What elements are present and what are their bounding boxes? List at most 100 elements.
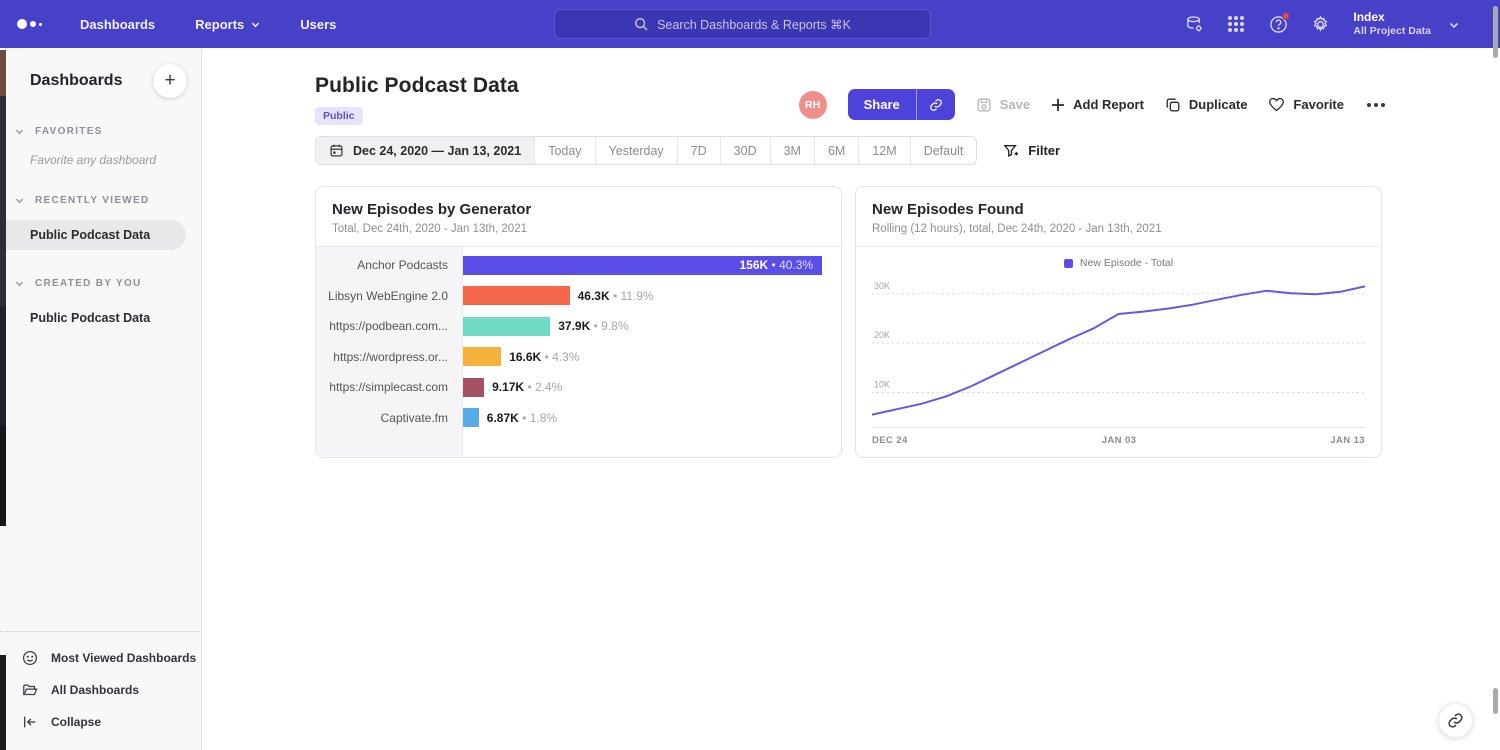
- copy-link-button[interactable]: [916, 89, 955, 120]
- bar-segment[interactable]: 156K • 40.3%: [463, 256, 822, 275]
- search-placeholder: Search Dashboards & Reports ⌘K: [657, 17, 851, 32]
- background-window-sliver: [0, 306, 6, 426]
- legend-label: New Episode - Total: [1080, 257, 1173, 269]
- nav-item-reports[interactable]: Reports: [175, 0, 280, 48]
- apps-grid-icon[interactable]: [1219, 7, 1253, 41]
- date-preset-6m[interactable]: 6M: [814, 137, 858, 164]
- chevron-down-icon: [15, 196, 24, 205]
- project-subtitle: All Project Data: [1353, 25, 1431, 38]
- nav-item-dashboards[interactable]: Dashboards: [60, 0, 175, 48]
- page-title: Public Podcast Data: [315, 74, 519, 98]
- sidebar-footer: Most Viewed Dashboards All Dashboards Co…: [0, 631, 200, 750]
- floating-link-button[interactable]: [1438, 703, 1473, 738]
- y-tick-label: 30K: [874, 281, 890, 291]
- sidebar-item-public-podcast-data[interactable]: Public Podcast Data: [0, 303, 186, 333]
- bar-category-label: https://simplecast.com: [316, 372, 462, 403]
- filter-button[interactable]: Filter: [1003, 143, 1060, 159]
- favorites-empty-note: Favorite any dashboard: [0, 137, 201, 167]
- date-preset-7d[interactable]: 7D: [677, 137, 720, 164]
- bar-category-label: Anchor Podcasts: [316, 250, 462, 281]
- filter-label: Filter: [1028, 143, 1060, 158]
- background-window-sliver: [0, 655, 6, 750]
- date-preset-yesterday[interactable]: Yesterday: [595, 137, 677, 164]
- more-options-button[interactable]: [1365, 99, 1387, 111]
- action-label: Duplicate: [1189, 97, 1248, 112]
- card-title[interactable]: New Episodes by Generator: [332, 201, 825, 218]
- project-selector[interactable]: Index All Project Data: [1353, 10, 1431, 38]
- background-window-sliver: [0, 96, 6, 306]
- line-series: [872, 286, 1365, 414]
- date-preset-today[interactable]: Today: [534, 137, 594, 164]
- card-subtitle: Rolling (12 hours), total, Dec 24th, 202…: [872, 223, 1365, 235]
- background-window-sliver: [0, 50, 6, 96]
- x-axis-labels: DEC 24 JAN 03 JAN 13: [872, 427, 1365, 446]
- chart-legend[interactable]: New Episode - Total: [872, 253, 1365, 275]
- date-range-button[interactable]: Dec 24, 2020 — Jan 13, 2021: [316, 137, 534, 164]
- date-preset-12m[interactable]: 12M: [858, 137, 909, 164]
- share-button[interactable]: Share: [848, 89, 916, 120]
- folder-icon: [22, 682, 38, 698]
- bar-value-label: 156K • 40.3%: [739, 258, 813, 272]
- duplicate-button[interactable]: Duplicate: [1165, 97, 1248, 113]
- bar-segment[interactable]: [463, 408, 479, 427]
- duplicate-icon: [1165, 97, 1181, 113]
- action-label: Favorite: [1293, 97, 1344, 112]
- avatar[interactable]: RH: [799, 91, 827, 119]
- bar-segment[interactable]: [463, 347, 501, 366]
- chevron-down-icon: [15, 127, 24, 136]
- search-input[interactable]: Search Dashboards & Reports ⌘K: [554, 9, 931, 39]
- sidebar-section-created-by-you[interactable]: CREATED BY YOU: [0, 278, 201, 289]
- settings-gear-icon[interactable]: [1303, 7, 1337, 41]
- footer-item-label: Most Viewed Dashboards: [51, 651, 196, 665]
- add-report-button[interactable]: Add Report: [1051, 97, 1144, 112]
- action-label: Save: [1000, 97, 1030, 112]
- sidebar-section-favorites[interactable]: FAVORITES: [0, 126, 201, 137]
- save-button[interactable]: Save: [976, 97, 1030, 113]
- sidebar-item-public-podcast-data[interactable]: Public Podcast Data: [0, 220, 186, 250]
- plus-icon: [1051, 98, 1065, 112]
- data-sources-icon[interactable]: [1177, 7, 1211, 41]
- card-subtitle: Total, Dec 24th, 2020 - Jan 13th, 2021: [332, 223, 825, 235]
- bar-segment[interactable]: [463, 378, 484, 397]
- collapse-sidebar-item[interactable]: Collapse: [0, 706, 200, 738]
- sidebar-section-recently-viewed[interactable]: RECENTLY VIEWED: [0, 195, 201, 206]
- bar-row: 46.3K • 11.9%: [463, 281, 841, 312]
- date-range-segmented-control: Dec 24, 2020 — Jan 13, 2021 TodayYesterd…: [315, 136, 977, 165]
- bar-row: 156K • 40.3%: [463, 250, 841, 281]
- section-label: CREATED BY YOU: [35, 278, 142, 289]
- card-title[interactable]: New Episodes Found: [872, 201, 1365, 218]
- date-preset-3m[interactable]: 3M: [770, 137, 814, 164]
- bar-segment[interactable]: [463, 317, 550, 336]
- smiley-icon: [22, 650, 38, 666]
- chevron-down-icon[interactable]: [1449, 20, 1458, 29]
- nav-item-users[interactable]: Users: [280, 0, 356, 48]
- mixpanel-logo-icon[interactable]: [0, 19, 60, 29]
- line-chart[interactable]: 10K20K30K: [872, 275, 1365, 427]
- bar-segment[interactable]: [463, 286, 570, 305]
- bar-value-label: 6.87K • 1.8%: [487, 411, 557, 425]
- vertical-scrollbar-thumb[interactable]: [1493, 688, 1498, 714]
- project-name: Index: [1353, 10, 1431, 25]
- most-viewed-dashboards-item[interactable]: Most Viewed Dashboards: [0, 642, 200, 674]
- bar-row: 6.87K • 1.8%: [463, 403, 841, 434]
- sidebar-title: Dashboards: [30, 72, 122, 90]
- sidebar-item-label: Public Podcast Data: [30, 228, 150, 242]
- date-preset-default[interactable]: Default: [910, 137, 977, 164]
- date-range-label: Dec 24, 2020 — Jan 13, 2021: [353, 144, 521, 158]
- calendar-icon: [329, 143, 344, 158]
- section-label: FAVORITES: [35, 126, 103, 137]
- bar-category-label: Libsyn WebEngine 2.0: [316, 281, 462, 312]
- y-tick-label: 10K: [874, 379, 890, 389]
- help-icon[interactable]: [1261, 7, 1295, 41]
- date-controls: Dec 24, 2020 — Jan 13, 2021 TodayYesterd…: [315, 136, 1060, 165]
- chevron-down-icon: [251, 20, 260, 29]
- all-dashboards-item[interactable]: All Dashboards: [0, 674, 200, 706]
- add-dashboard-button[interactable]: +: [153, 64, 187, 98]
- bar-category-label: Captivate.fm: [316, 403, 462, 434]
- vertical-scrollbar-thumb[interactable]: [1493, 6, 1498, 58]
- favorite-button[interactable]: Favorite: [1268, 96, 1344, 113]
- footer-item-label: All Dashboards: [51, 683, 139, 697]
- bar-category-label: https://podbean.com...: [316, 311, 462, 342]
- bar-value-label: 9.17K • 2.4%: [492, 380, 562, 394]
- date-preset-30d[interactable]: 30D: [720, 137, 770, 164]
